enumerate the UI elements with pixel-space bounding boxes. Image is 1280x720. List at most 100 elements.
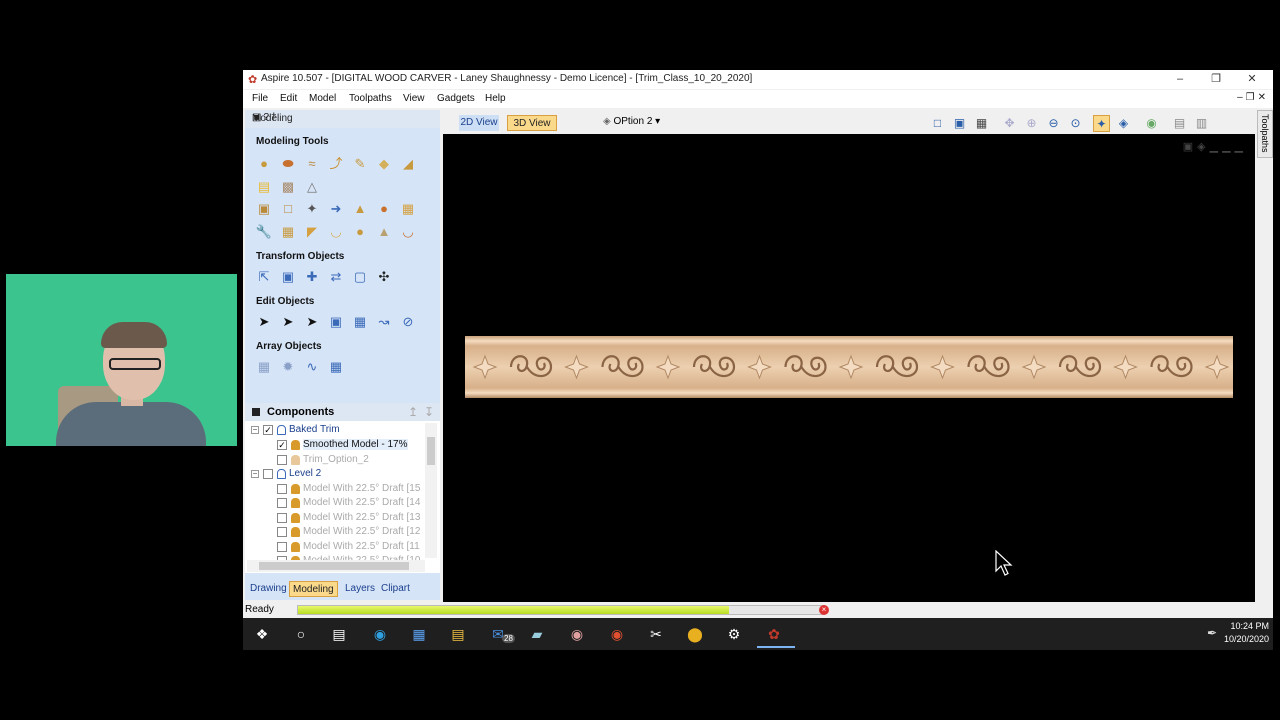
- snipping-tool-icon[interactable]: ✂: [646, 624, 666, 644]
- toolpaths-side-tab[interactable]: Toolpaths: [1257, 110, 1273, 158]
- two-rail-sweep-icon[interactable]: ≈: [303, 154, 321, 172]
- align-icon[interactable]: ✚: [303, 267, 321, 285]
- panel-pin-icons[interactable]: ▣?†: [252, 112, 436, 123]
- lock-model-icon[interactable]: ●: [351, 222, 369, 240]
- tab-2d-view[interactable]: 2D View: [459, 115, 499, 131]
- store-icon[interactable]: ▦: [409, 624, 429, 644]
- zoom-fit-icon[interactable]: ⊙: [1067, 115, 1084, 132]
- component-box-icon[interactable]: ▣: [255, 199, 273, 217]
- visibility-checkbox[interactable]: [277, 527, 287, 537]
- menu-help[interactable]: Help: [485, 93, 506, 104]
- merge-icon[interactable]: ✦: [303, 199, 321, 217]
- visibility-checkbox[interactable]: ✓: [263, 425, 273, 435]
- tree-row-baked-trim[interactable]: − ✓ Baked Trim: [245, 423, 425, 437]
- texture-icon[interactable]: ◆: [375, 154, 393, 172]
- sculpt-icon[interactable]: ✎: [351, 154, 369, 172]
- chrome-icon[interactable]: ⬤: [685, 624, 705, 644]
- tree-row-draft-15[interactable]: Model With 22.5° Draft [15: [245, 482, 425, 496]
- visibility-checkbox[interactable]: [277, 513, 287, 523]
- paint-icon[interactable]: ◉: [567, 624, 587, 644]
- menu-gadgets[interactable]: Gadgets: [437, 93, 475, 104]
- selection-mode-icon[interactable]: ▦: [351, 312, 369, 330]
- create-shape-icon[interactable]: ●: [255, 154, 273, 172]
- zoom-all-icon[interactable]: ▣: [951, 115, 968, 132]
- split-vertical-icon[interactable]: ▥: [1193, 115, 1210, 132]
- grid-icon[interactable]: ▦: [973, 115, 990, 132]
- bake-icon[interactable]: □: [279, 199, 297, 217]
- move-object-icon[interactable]: ⇱: [255, 267, 273, 285]
- import-model-icon[interactable]: ▩: [279, 177, 297, 195]
- task-view-icon[interactable]: ▤: [329, 624, 349, 644]
- tree-row-smoothed-model[interactable]: ✓ Smoothed Model - 17%: [245, 438, 425, 452]
- components-vertical-scrollbar[interactable]: [425, 423, 437, 558]
- settings-gear-icon[interactable]: ⚙: [724, 624, 744, 644]
- zoom-box-icon[interactable]: □: [929, 115, 946, 132]
- menu-model[interactable]: Model: [309, 93, 336, 104]
- collapse-box-icon[interactable]: [252, 408, 260, 416]
- visibility-checkbox[interactable]: [277, 498, 287, 508]
- visibility-checkbox[interactable]: [277, 455, 287, 465]
- slice-icon[interactable]: ▦: [399, 199, 417, 217]
- circular-array-icon[interactable]: ✹: [279, 357, 297, 375]
- pen-icon[interactable]: ✒: [1207, 626, 1217, 640]
- curve-edit-icon[interactable]: ↝: [375, 312, 393, 330]
- tree-row-draft-12[interactable]: Model With 22.5° Draft [12: [245, 525, 425, 539]
- system-clock[interactable]: 10:24 PM 10/20/2020: [1224, 620, 1269, 646]
- scroll-thumb[interactable]: [427, 437, 435, 465]
- visibility-checkbox[interactable]: [277, 484, 287, 494]
- expand-toggle[interactable]: −: [251, 470, 259, 478]
- render-mode-icon[interactable]: ✦: [1093, 115, 1110, 132]
- windows-start-icon[interactable]: ❖: [252, 624, 272, 644]
- select-pointer-icon[interactable]: ➤: [255, 312, 273, 330]
- tilt-icon[interactable]: ●: [375, 199, 393, 217]
- node-edit-icon[interactable]: ➤: [279, 312, 297, 330]
- wedge-icon[interactable]: ◢: [399, 154, 417, 172]
- chrome-alt-icon[interactable]: ◉: [607, 624, 627, 644]
- pyramid-icon[interactable]: ▲: [375, 222, 393, 240]
- visibility-checkbox[interactable]: ✓: [277, 440, 287, 450]
- visibility-checkbox[interactable]: [263, 469, 273, 479]
- move-up-icon[interactable]: ↥: [408, 405, 418, 419]
- slash-edit-icon[interactable]: ⊘: [399, 312, 417, 330]
- tab-3d-view[interactable]: 3D View: [507, 115, 557, 131]
- progress-stop-icon[interactable]: ×: [819, 605, 829, 615]
- pan-icon[interactable]: ✥: [1001, 115, 1018, 132]
- tree-row-draft-11[interactable]: Model With 22.5° Draft [11: [245, 540, 425, 554]
- fade-icon[interactable]: ▲: [351, 199, 369, 217]
- toolpath-preview-icon[interactable]: ◈: [1115, 115, 1132, 132]
- close-button[interactable]: ✕: [1234, 71, 1270, 88]
- step-repeat-icon[interactable]: ▦: [327, 357, 345, 375]
- aspire-taskbar-icon[interactable]: ✿: [764, 624, 784, 644]
- tab-modeling[interactable]: Modeling: [289, 581, 338, 597]
- interactive-edit-icon[interactable]: ▣: [327, 312, 345, 330]
- set-size-icon[interactable]: ▣: [279, 267, 297, 285]
- 3d-viewport[interactable]: ▣◈▁▁▁: [443, 134, 1255, 602]
- shade-icon[interactable]: ◉: [1143, 115, 1160, 132]
- wrench-icon[interactable]: 🔧: [255, 222, 273, 240]
- smooth-icon[interactable]: ◤: [303, 222, 321, 240]
- mdi-window-controls[interactable]: –❐✕: [1237, 92, 1269, 103]
- file-explorer-icon[interactable]: ▤: [448, 624, 468, 644]
- visibility-checkbox[interactable]: [277, 542, 287, 552]
- app-tile-icon[interactable]: ▰: [527, 624, 547, 644]
- scale-icon[interactable]: ▢: [351, 267, 369, 285]
- tree-row-draft-13[interactable]: Model With 22.5° Draft [13: [245, 511, 425, 525]
- expand-toggle[interactable]: −: [251, 426, 259, 434]
- dome-icon[interactable]: ◡: [327, 222, 345, 240]
- arch-icon[interactable]: ◡: [399, 222, 417, 240]
- mirror-icon[interactable]: ⇄: [327, 267, 345, 285]
- zoom-out-icon[interactable]: ⊖: [1045, 115, 1062, 132]
- menu-view[interactable]: View: [403, 93, 425, 104]
- menu-file[interactable]: File: [252, 93, 268, 104]
- extrude-icon[interactable]: ⬬: [279, 154, 297, 172]
- tree-row-draft-14[interactable]: Model With 22.5° Draft [14: [245, 496, 425, 510]
- open-component-icon[interactable]: ▤: [255, 177, 273, 195]
- sweep-icon[interactable]: ⤴: [327, 154, 345, 172]
- tree-row-trim-option[interactable]: Trim_Option_2: [245, 453, 425, 467]
- tab-drawing[interactable]: Drawing: [247, 581, 290, 597]
- vector-texture-icon[interactable]: △: [303, 177, 321, 195]
- components-horizontal-scrollbar[interactable]: [247, 560, 425, 572]
- option-dropdown[interactable]: ◈ OPtion 2 ▾: [603, 116, 660, 127]
- grid-array-icon[interactable]: ▦: [255, 357, 273, 375]
- distort-icon[interactable]: ▦: [279, 222, 297, 240]
